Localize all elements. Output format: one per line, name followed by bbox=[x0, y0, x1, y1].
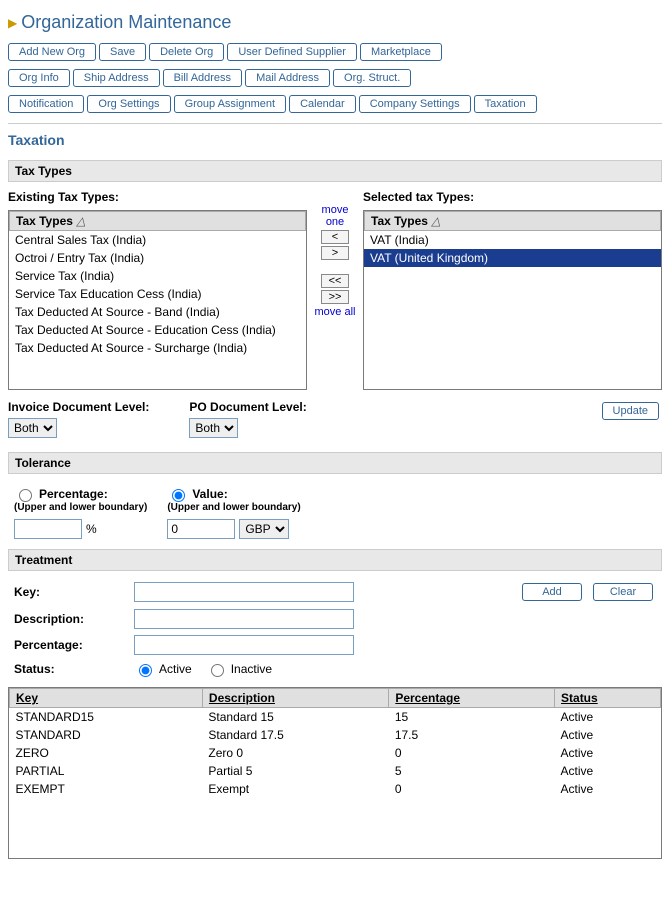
status-label: Status: bbox=[14, 662, 124, 676]
toolbar-user-defined-supplier-button[interactable]: User Defined Supplier bbox=[227, 43, 357, 61]
table-row[interactable]: PARTIALPartial 55Active bbox=[10, 762, 661, 780]
list-item[interactable]: VAT (India) bbox=[364, 231, 661, 249]
tolerance-header: Tolerance bbox=[8, 452, 662, 474]
toolbar-row-2: Org InfoShip AddressBill AddressMail Add… bbox=[8, 67, 662, 89]
section-title: Taxation bbox=[8, 132, 662, 148]
list-item[interactable]: Central Sales Tax (India) bbox=[9, 231, 306, 249]
tolerance-percentage-radio[interactable] bbox=[19, 489, 32, 502]
key-label: Key: bbox=[14, 585, 124, 599]
toolbar-mail-address-button[interactable]: Mail Address bbox=[245, 69, 330, 87]
move-all-label: move all bbox=[313, 306, 357, 318]
toolbar-org-settings-button[interactable]: Org Settings bbox=[87, 95, 170, 113]
boundary-label: (Upper and lower boundary) bbox=[14, 502, 147, 513]
tolerance-percentage-input[interactable] bbox=[14, 519, 82, 539]
toolbar-row-3: NotificationOrg SettingsGroup Assignment… bbox=[8, 93, 662, 115]
selected-tax-types-list[interactable]: Tax Types △ VAT (India)VAT (United Kingd… bbox=[363, 210, 662, 390]
toolbar-org-info-button[interactable]: Org Info bbox=[8, 69, 70, 87]
list-item[interactable]: Tax Deducted At Source - Band (India) bbox=[9, 303, 306, 321]
move-left-button[interactable]: < bbox=[321, 230, 349, 244]
percent-suffix: % bbox=[86, 522, 97, 536]
tolerance-value-input[interactable] bbox=[167, 519, 235, 539]
tolerance-body: Percentage: (Upper and lower boundary) %… bbox=[8, 482, 662, 549]
triangle-icon: ▶ bbox=[8, 16, 17, 30]
po-doc-level-label: PO Document Level: bbox=[189, 400, 306, 414]
list-item[interactable]: Tax Deducted At Source - Surcharge (Indi… bbox=[9, 339, 306, 357]
selected-tax-types-label: Selected tax Types: bbox=[363, 190, 662, 204]
column-header[interactable]: Key bbox=[10, 689, 203, 708]
column-header[interactable]: Description bbox=[202, 689, 388, 708]
table-row[interactable]: ZEROZero 00Active bbox=[10, 744, 661, 762]
toolbar-company-settings-button[interactable]: Company Settings bbox=[359, 95, 471, 113]
sort-icon: △ bbox=[431, 214, 440, 228]
toolbar-group-assignment-button[interactable]: Group Assignment bbox=[174, 95, 287, 113]
treatment-form: Key: Add Clear Description: Percentage: … bbox=[8, 579, 662, 687]
status-active-radio[interactable] bbox=[139, 664, 152, 677]
list-column-header[interactable]: Tax Types △ bbox=[364, 211, 661, 231]
invoice-doc-level-label: Invoice Document Level: bbox=[8, 400, 149, 414]
toolbar-calendar-button[interactable]: Calendar bbox=[289, 95, 356, 113]
clear-button[interactable]: Clear bbox=[593, 583, 653, 601]
percentage-input[interactable] bbox=[134, 635, 354, 655]
document-levels-row: Invoice Document Level: Both PO Document… bbox=[8, 400, 662, 438]
list-item[interactable]: Tax Deducted At Source - Education Cess … bbox=[9, 321, 306, 339]
page-title: ▶ Organization Maintenance bbox=[8, 12, 662, 33]
move-all-right-button[interactable]: >> bbox=[321, 290, 349, 304]
invoice-doc-level-select[interactable]: Both bbox=[8, 418, 57, 438]
tolerance-value-label: Value: bbox=[192, 487, 227, 501]
status-inactive-radio[interactable] bbox=[211, 664, 224, 677]
toolbar-marketplace-button[interactable]: Marketplace bbox=[360, 43, 442, 61]
po-doc-level-select[interactable]: Both bbox=[189, 418, 238, 438]
separator bbox=[8, 123, 662, 124]
toolbar-org-struct-button[interactable]: Org. Struct. bbox=[333, 69, 411, 87]
table-row[interactable]: EXEMPTExempt0Active bbox=[10, 780, 661, 798]
treatment-grid[interactable]: KeyDescriptionPercentageStatus STANDARD1… bbox=[8, 687, 662, 859]
list-item[interactable]: Service Tax (India) bbox=[9, 267, 306, 285]
mover-controls: move one < > << >> move all bbox=[313, 190, 357, 320]
list-item[interactable]: VAT (United Kingdom) bbox=[364, 249, 661, 267]
toolbar-save-button[interactable]: Save bbox=[99, 43, 146, 61]
move-right-button[interactable]: > bbox=[321, 246, 349, 260]
treatment-header: Treatment bbox=[8, 549, 662, 571]
description-input[interactable] bbox=[134, 609, 354, 629]
table-row[interactable]: STANDARD15Standard 1515Active bbox=[10, 708, 661, 727]
toolbar-row-1: Add New OrgSaveDelete OrgUser Defined Su… bbox=[8, 41, 662, 63]
existing-tax-types-list[interactable]: Tax Types △ Central Sales Tax (India)Oct… bbox=[8, 210, 307, 390]
tax-types-header: Tax Types bbox=[8, 160, 662, 182]
active-label: Active bbox=[159, 662, 192, 676]
list-item[interactable]: Service Tax Education Cess (India) bbox=[9, 285, 306, 303]
toolbar-notification-button[interactable]: Notification bbox=[8, 95, 84, 113]
list-item[interactable]: Octroi / Entry Tax (India) bbox=[9, 249, 306, 267]
page-title-text: Organization Maintenance bbox=[21, 12, 231, 33]
tax-types-dual-list: Existing Tax Types: Tax Types △ Central … bbox=[8, 190, 662, 390]
column-header[interactable]: Status bbox=[555, 689, 661, 708]
tolerance-value-radio[interactable] bbox=[172, 489, 185, 502]
toolbar-taxation-button[interactable]: Taxation bbox=[474, 95, 537, 113]
key-input[interactable] bbox=[134, 582, 354, 602]
move-one-label: move one bbox=[313, 204, 357, 228]
toolbar-delete-org-button[interactable]: Delete Org bbox=[149, 43, 224, 61]
tolerance-percentage-label: Percentage: bbox=[39, 487, 108, 501]
tolerance-currency-select[interactable]: GBP bbox=[239, 519, 289, 539]
description-label: Description: bbox=[14, 612, 124, 626]
table-row[interactable]: STANDARDStandard 17.517.5Active bbox=[10, 726, 661, 744]
sort-icon: △ bbox=[76, 214, 85, 228]
move-all-left-button[interactable]: << bbox=[321, 274, 349, 288]
existing-tax-types-label: Existing Tax Types: bbox=[8, 190, 307, 204]
percentage-label: Percentage: bbox=[14, 638, 124, 652]
inactive-label: Inactive bbox=[231, 662, 272, 676]
list-column-header[interactable]: Tax Types △ bbox=[9, 211, 306, 231]
update-button[interactable]: Update bbox=[602, 402, 659, 420]
add-button[interactable]: Add bbox=[522, 583, 582, 601]
column-header[interactable]: Percentage bbox=[389, 689, 555, 708]
boundary-label: (Upper and lower boundary) bbox=[167, 502, 300, 513]
toolbar-ship-address-button[interactable]: Ship Address bbox=[73, 69, 160, 87]
toolbar-add-new-org-button[interactable]: Add New Org bbox=[8, 43, 96, 61]
toolbar-bill-address-button[interactable]: Bill Address bbox=[163, 69, 242, 87]
